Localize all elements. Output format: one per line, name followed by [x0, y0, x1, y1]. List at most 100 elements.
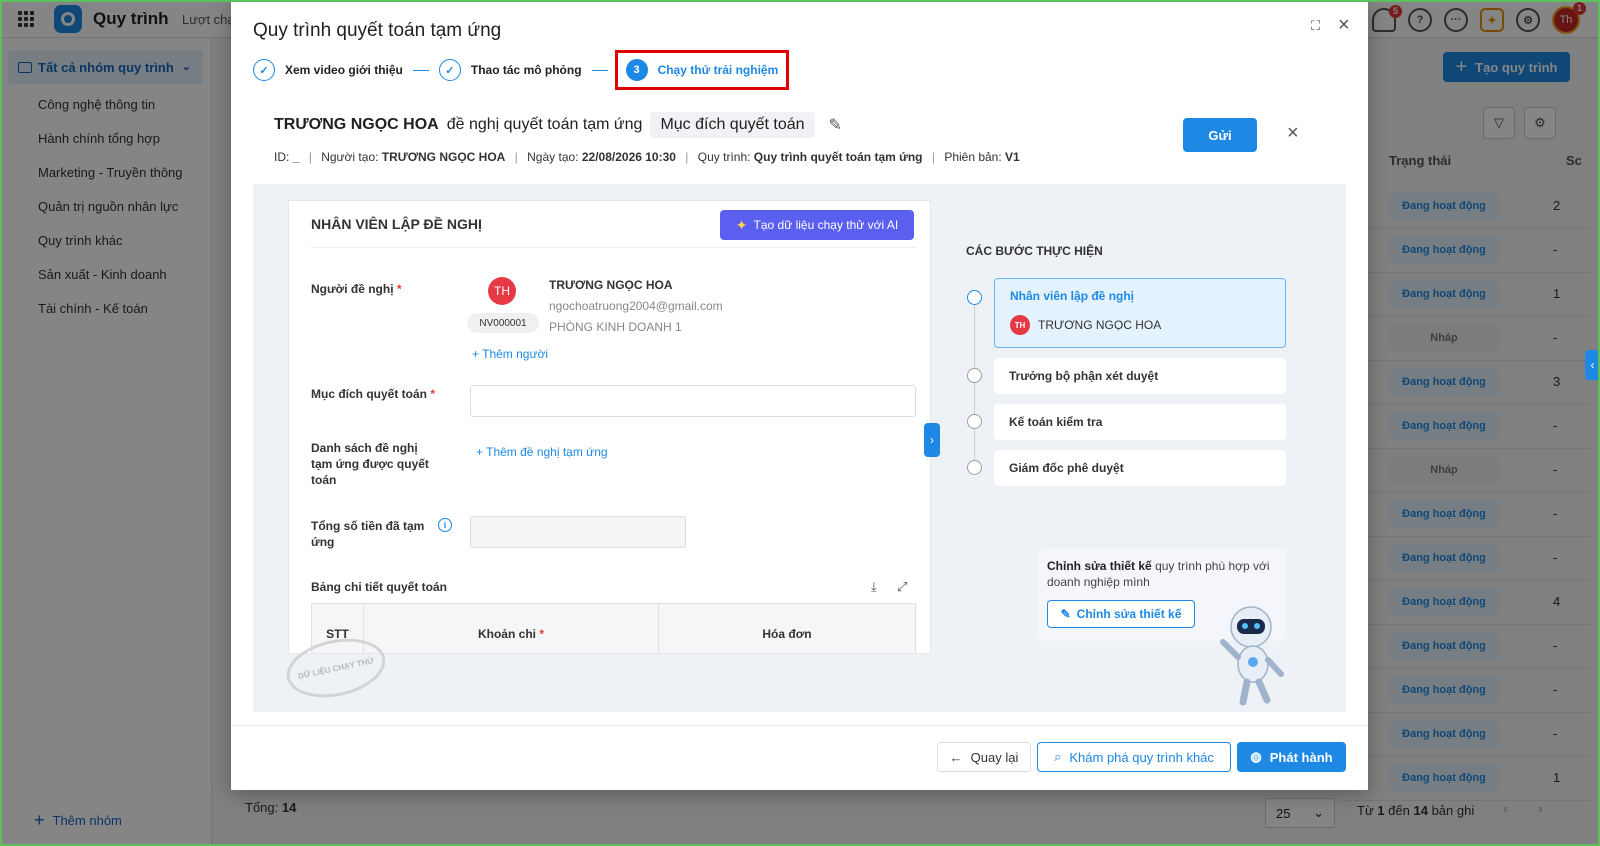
advance-list-label: Danh sách đề nghị tạm ứng được quyết toá…: [311, 441, 429, 487]
fullscreen-icon[interactable]: ⤢: [897, 579, 907, 595]
form-title: NHÂN VIÊN LẬP ĐỀ NGHỊ: [311, 216, 482, 232]
employee-code: NV000001: [467, 313, 539, 333]
send-button[interactable]: Gửi: [1183, 118, 1257, 152]
add-request-label: Thêm đề nghị tạm ứng: [486, 445, 608, 459]
step-number: 3: [625, 59, 648, 81]
check-icon: ✓: [438, 59, 461, 81]
step-dot: [967, 460, 982, 475]
sparkle-icon: ✦: [735, 216, 748, 233]
robot-mascot: [1220, 606, 1284, 706]
ai-button-label: Tạo dữ liệu chạy thử với AI: [753, 218, 899, 232]
form-card: NHÂN VIÊN LẬP ĐỀ NGHỊ ✦ Tạo dữ liệu chạy…: [288, 200, 931, 654]
search-icon: ⌕: [1054, 749, 1062, 764]
label-text: Người đề nghị: [311, 282, 394, 296]
total-advanced-label: Tổng số tiền đã tạm ứng: [311, 519, 425, 549]
globe-icon: ◍: [1250, 749, 1262, 764]
process-modal: Quy trình quyết toán tạm ứng ⛶ × ✓ Xem v…: [231, 0, 1368, 790]
version-label: Phiên bản:: [944, 150, 1002, 164]
step-simulate[interactable]: ✓ Thao tác mô phỏng: [438, 59, 582, 81]
version-value: V1: [1005, 150, 1020, 164]
chevron-left-icon: ‹: [1590, 358, 1595, 372]
requester-name: TRƯƠNG NGỌC HOA: [274, 116, 439, 133]
add-person-link[interactable]: + Thêm người: [472, 347, 548, 361]
process-label: Quy trình:: [697, 150, 751, 164]
requester-field-label: Người đề nghị *: [311, 282, 402, 296]
divider: [311, 247, 916, 248]
total-advanced-input: [470, 516, 686, 548]
id-value: _: [292, 150, 300, 164]
close-icon[interactable]: ×: [1287, 122, 1299, 145]
flow-step-director[interactable]: Giám đốc phê duyệt: [994, 450, 1286, 486]
promo-text: Chỉnh sửa thiết kế quy trình phù hợp với…: [1047, 558, 1282, 590]
flow-step-label: Nhân viên lập đề nghị: [1010, 289, 1135, 303]
column-label: Khoản chi: [477, 627, 536, 641]
download-icon[interactable]: ⤓: [871, 579, 877, 595]
pencil-icon[interactable]: ✎: [829, 115, 842, 135]
step-dot: [967, 414, 982, 429]
back-button[interactable]: ← Quay lại: [937, 742, 1031, 772]
step-trial-run[interactable]: 3 Chạy thử trải nghiệm: [614, 50, 790, 90]
stepper: ✓ Xem video giới thiệu ✓ Thao tác mô phỏ…: [253, 50, 790, 90]
right-panel-toggle[interactable]: ‹: [1585, 350, 1600, 380]
date-value: 22/08/2026 10:30: [581, 150, 676, 164]
modal-close-icon[interactable]: ×: [1338, 14, 1350, 37]
step-label: Thao tác mô phỏng: [470, 63, 582, 77]
add-advance-request-link[interactable]: + Thêm đề nghị tạm ứng: [476, 445, 608, 459]
expand-icon[interactable]: ⛶: [1311, 18, 1325, 33]
modal-footer: ← Quay lại ⌕ Khám phá quy trình khác ◍ Phát…: [231, 725, 1368, 790]
step-dot: [967, 290, 982, 305]
back-label: Quay lại: [970, 749, 1019, 765]
trial-run-area: TRƯƠNG NGỌC HOA đề nghị quyết toán tạm ứ…: [253, 92, 1346, 712]
employee-department: PHÒNG KINH DOANH 1: [549, 320, 682, 334]
request-title: TRƯƠNG NGỌC HOA đề nghị quyết toán tạm ứ…: [274, 112, 842, 138]
creator-value: TRƯƠNG NGỌC HOA: [381, 150, 506, 164]
ai-generate-button[interactable]: ✦ Tạo dữ liệu chạy thử với AI: [720, 210, 914, 240]
edit-design-label: Chỉnh sửa thiết kế: [1076, 607, 1182, 621]
chevron-right-icon: ›: [930, 433, 934, 447]
column-invoice: Hóa đơn: [762, 627, 812, 641]
flow-timeline: [974, 298, 975, 470]
info-icon[interactable]: i: [438, 518, 452, 532]
step-separator: [591, 69, 608, 71]
purpose-field-label: Mục đích quyết toán *: [311, 387, 436, 401]
publish-button[interactable]: ◍ Phát hành: [1237, 742, 1346, 772]
column-expense-item: Khoản chi *: [364, 604, 659, 653]
request-header: TRƯƠNG NGỌC HOA đề nghị quyết toán tạm ứ…: [253, 92, 1346, 184]
step-label: Chạy thử trải nghiệm: [657, 63, 779, 77]
add-person-label: Thêm người: [482, 347, 549, 361]
request-action: đề nghị quyết toán tạm ứng: [446, 116, 643, 133]
purpose-chip: Mục đích quyết toán: [650, 112, 815, 138]
check-icon: ✓: [253, 59, 275, 81]
employee-avatar: TH: [488, 277, 516, 305]
employee-name: TRƯƠNG NGỌC HOA: [549, 278, 673, 292]
label-text: Mục đích quyết toán: [311, 387, 428, 401]
promo-bold: Chỉnh sửa thiết kế: [1047, 559, 1152, 573]
process-value: Quy trình quyết toán tạm ứng: [753, 150, 923, 164]
creator-label: Người tạo:: [321, 150, 379, 164]
detail-table-label: Bảng chi tiết quyết toán: [311, 580, 448, 594]
step-label: Xem video giới thiệu: [285, 63, 403, 77]
step-separator: [412, 69, 429, 71]
purpose-input[interactable]: [470, 385, 916, 417]
date-label: Ngày tạo:: [527, 150, 579, 164]
assignee-name: TRƯƠNG NGỌC HOA: [1038, 318, 1162, 332]
edit-design-button[interactable]: ✎ Chỉnh sửa thiết kế: [1047, 600, 1195, 628]
publish-label: Phát hành: [1269, 749, 1333, 765]
flow-steps-title: CÁC BƯỚC THỰC HIỆN: [966, 244, 1103, 258]
edit-icon: ✎: [1060, 607, 1071, 621]
step-watch-video[interactable]: ✓ Xem video giới thiệu: [253, 59, 403, 81]
collapse-panel-button[interactable]: ›: [924, 423, 940, 457]
assignee-avatar: TH: [1010, 315, 1030, 335]
request-meta: ID: _ | Người tạo: TRƯƠNG NGỌC HOA | Ngà…: [274, 150, 1020, 164]
employee-email: ngochoatruong2004@gmail.com: [549, 299, 723, 313]
step-dot: [967, 368, 982, 383]
flow-step-accounting[interactable]: Kế toán kiểm tra: [994, 404, 1286, 440]
detail-table: STT Khoản chi * Hóa đơn: [311, 603, 916, 653]
explore-processes-button[interactable]: ⌕ Khám phá quy trình khác: [1037, 742, 1231, 772]
explore-label: Khám phá quy trình khác: [1069, 749, 1214, 765]
arrow-left-icon: ←: [949, 749, 963, 765]
flow-step-head-review[interactable]: Trưởng bộ phận xét duyệt: [994, 358, 1286, 394]
flow-step-employee[interactable]: Nhân viên lập đề nghị TH TRƯƠNG NGỌC HOA: [994, 278, 1286, 348]
modal-title: Quy trình quyết toán tạm ứng: [253, 20, 502, 41]
id-label: ID:: [274, 150, 290, 164]
